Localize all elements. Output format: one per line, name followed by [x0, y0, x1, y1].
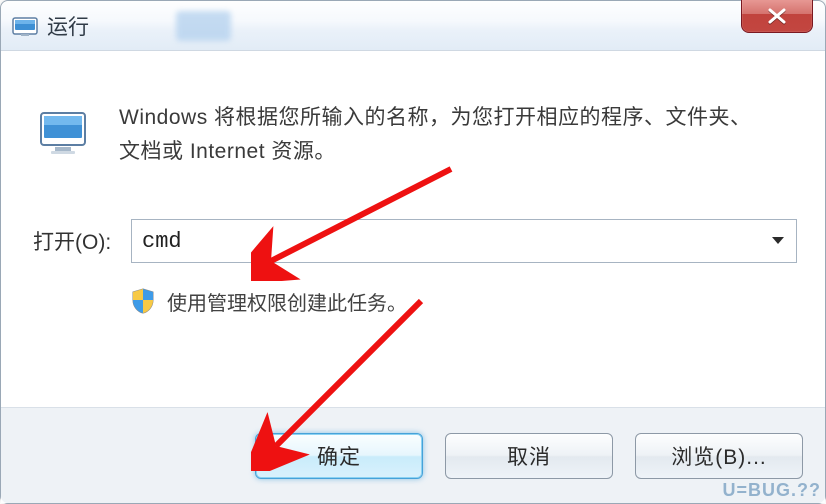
cancel-button[interactable]: 取消	[445, 433, 613, 479]
close-icon	[766, 8, 788, 24]
run-program-icon	[31, 105, 101, 165]
description-text: Windows 将根据您所输入的名称，为您打开相应的程序、文件夹、文档或 Int…	[119, 101, 759, 169]
run-dialog-icon	[11, 14, 39, 38]
combobox-dropdown-button[interactable]	[760, 220, 796, 262]
open-input[interactable]	[132, 225, 760, 258]
titlebar[interactable]: 运行	[1, 1, 825, 51]
description-row: Windows 将根据您所输入的名称，为您打开相应的程序、文件夹、文档或 Int…	[31, 101, 797, 169]
admin-note-row: 使用管理权限创建此任务。	[131, 287, 797, 316]
close-button[interactable]	[741, 0, 813, 33]
client-area: Windows 将根据您所输入的名称，为您打开相应的程序、文件夹、文档或 Int…	[1, 51, 825, 503]
open-combobox[interactable]	[131, 219, 797, 263]
upper-panel: Windows 将根据您所输入的名称，为您打开相应的程序、文件夹、文档或 Int…	[1, 51, 825, 407]
admin-note-text: 使用管理权限创建此任务。	[167, 287, 407, 316]
ok-button[interactable]: 确定	[255, 433, 423, 479]
run-dialog-window: 运行 Windows 将根	[0, 0, 826, 504]
watermark-text: U=BUG.??	[722, 480, 821, 501]
window-title: 运行	[47, 11, 89, 41]
open-label: 打开(O):	[31, 226, 131, 256]
uac-shield-icon	[131, 288, 157, 316]
open-row: 打开(O):	[31, 219, 797, 263]
button-footer: 确定 取消 浏览(B)...	[1, 407, 825, 503]
chevron-down-icon	[771, 236, 785, 246]
browse-button[interactable]: 浏览(B)...	[635, 433, 803, 479]
title-blur-artifact	[176, 11, 231, 41]
